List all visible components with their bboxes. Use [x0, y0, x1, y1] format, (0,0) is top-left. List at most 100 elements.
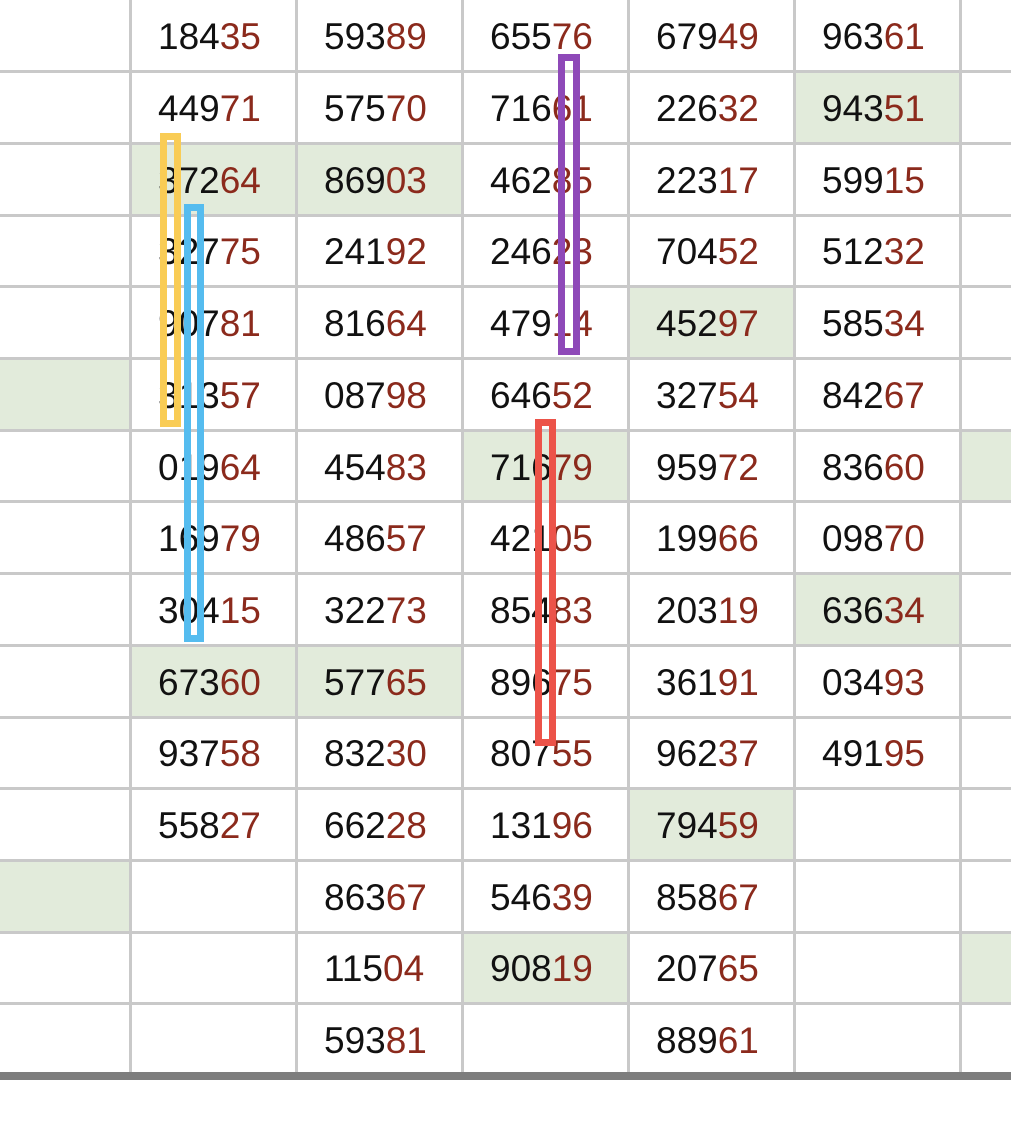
cell-leading-digits: 246 [490, 231, 552, 273]
cell-trailing-digits: 64 [385, 303, 427, 345]
grid-cell [130, 860, 296, 932]
grid-cell [0, 430, 130, 502]
row-divider [0, 787, 1011, 791]
grid-cell [794, 789, 960, 861]
grid-cell [960, 932, 1011, 1004]
cell-trailing-digits: 63 [0, 18, 1, 55]
cell-leading-digits: 449 [158, 88, 220, 130]
cell-trailing-digits: 93 [883, 661, 925, 703]
grid-cell: 462 85 [462, 143, 628, 215]
cell-trailing-digits: 83 [551, 589, 593, 631]
cell-trailing-digits: 52 [551, 374, 593, 416]
grid-cell: 241 92 [296, 215, 462, 287]
cell-leading-digits: 863 [324, 876, 386, 918]
cell-leading-digits: 479 [490, 303, 552, 345]
grid-cell [794, 1004, 960, 1076]
grid-cell: 832 30 [296, 717, 462, 789]
grid-cell: 327 54 [628, 359, 794, 431]
row-divider [0, 428, 1011, 432]
cell-leading-digits: 937 [158, 733, 220, 775]
cell-leading-digits: 889 [656, 1020, 718, 1062]
cell-leading-digits: 836 [822, 446, 884, 488]
cell-trailing-digits: 81 [385, 1020, 427, 1062]
grid-cell: 662 28 [296, 789, 462, 861]
grid-cell: 087 98 [296, 359, 462, 431]
grid-cell: 546 39 [462, 860, 628, 932]
cell-trailing-digits: 34 [883, 589, 925, 631]
cell-trailing-digits: 60 [883, 446, 925, 488]
grid-cell: 593 89 [296, 0, 462, 72]
grid-cell: 452 97 [628, 286, 794, 359]
table-bottom-border [0, 1071, 1011, 1080]
row-divider [0, 572, 1011, 576]
grid-cell: 842 67 [794, 359, 960, 431]
cell-trailing-digits: 57 [0, 162, 1, 199]
grid-cell: 372 64 [130, 143, 296, 216]
cell-trailing-digits: 51 [883, 88, 925, 130]
cell-trailing-digits: 64 [219, 446, 261, 488]
grid-cell: 52371 [0, 574, 130, 646]
cell-trailing-digits: 69 [0, 233, 1, 270]
grid-cell: 679 49 [628, 0, 794, 72]
cell-leading-digits: 577 [324, 661, 386, 703]
grid-cell: 327 75 [130, 215, 296, 287]
cell-leading-digits: 199 [656, 518, 718, 560]
cell-trailing-digits: 55 [551, 733, 593, 775]
cell-trailing-digits: 58 [219, 733, 261, 775]
cell-trailing-digits: 75 [219, 231, 261, 273]
cell-leading-digits: 832 [324, 733, 386, 775]
cell-leading-digits: 115 [324, 948, 383, 990]
cell-trailing-digits: 64 [219, 159, 261, 201]
grid-cell: 199 66 [628, 502, 794, 574]
cell-trailing-digits: 59 [717, 805, 759, 847]
cell-leading-digits: 087 [324, 374, 386, 416]
cell-trailing-digits: 17 [717, 159, 759, 201]
grid-cell: 858 67 [628, 860, 794, 932]
grid-cell: 558 27 [130, 789, 296, 861]
cell-leading-digits: 327 [656, 374, 718, 416]
cell-trailing-digits: 65 [717, 948, 759, 990]
cell-leading-digits: 816 [324, 303, 386, 345]
yellow-marker [160, 132, 181, 427]
grid-cell: 53363 [0, 0, 130, 72]
row-divider [0, 70, 1011, 74]
purple-marker [557, 53, 581, 355]
grid-cell [960, 143, 1011, 215]
cell-trailing-digits: 92 [385, 231, 427, 273]
cell-leading-digits: 599 [822, 159, 884, 201]
grid-cell: 816 64 [296, 287, 462, 359]
grid-cell: 908 19 [462, 932, 628, 1004]
column-divider [128, 0, 132, 1076]
grid-cell [960, 430, 1011, 502]
cell-trailing-digits: 61 [0, 1022, 1, 1059]
cell-trailing-digits: 52 [717, 231, 759, 273]
cell-leading-digits: 486 [324, 518, 386, 560]
grid-cell [794, 932, 960, 1004]
cell-trailing-digits: 71 [219, 88, 261, 130]
cell-leading-digits: 704 [656, 231, 718, 273]
cell-leading-digits: 794 [656, 805, 718, 847]
cell-trailing-digits: 79 [0, 879, 1, 916]
grid-cell: 019 64 [130, 430, 296, 502]
column-divider [294, 0, 298, 1076]
cell-leading-digits: 361 [656, 661, 718, 703]
grid-cell: 034 93 [794, 645, 960, 717]
grid-cell: 184 35 [130, 0, 296, 72]
cell-leading-digits: 512 [822, 231, 884, 273]
grid-cell [960, 359, 1011, 431]
grid-cell: 673 60 [130, 645, 296, 717]
grid-cell: 863 67 [296, 860, 462, 932]
grid-cell: 716 61 [462, 72, 628, 144]
cell-trailing-digits: 19 [551, 948, 593, 990]
cell-leading-digits: 679 [656, 16, 718, 58]
grid-cell: 246 23 [462, 215, 628, 287]
cell-trailing-digits: 19 [717, 589, 759, 631]
grid-cell: 655 76 [462, 0, 628, 72]
column-divider [460, 0, 464, 1076]
cell-trailing-digits: 34 [883, 303, 925, 345]
cell-trailing-digits: 54 [717, 374, 759, 416]
cell-leading-digits: 655 [490, 16, 552, 58]
grid-cell: 937 58 [130, 717, 296, 789]
cell-trailing-digits: 73 [385, 589, 427, 631]
cell-leading-digits: 858 [656, 876, 718, 918]
